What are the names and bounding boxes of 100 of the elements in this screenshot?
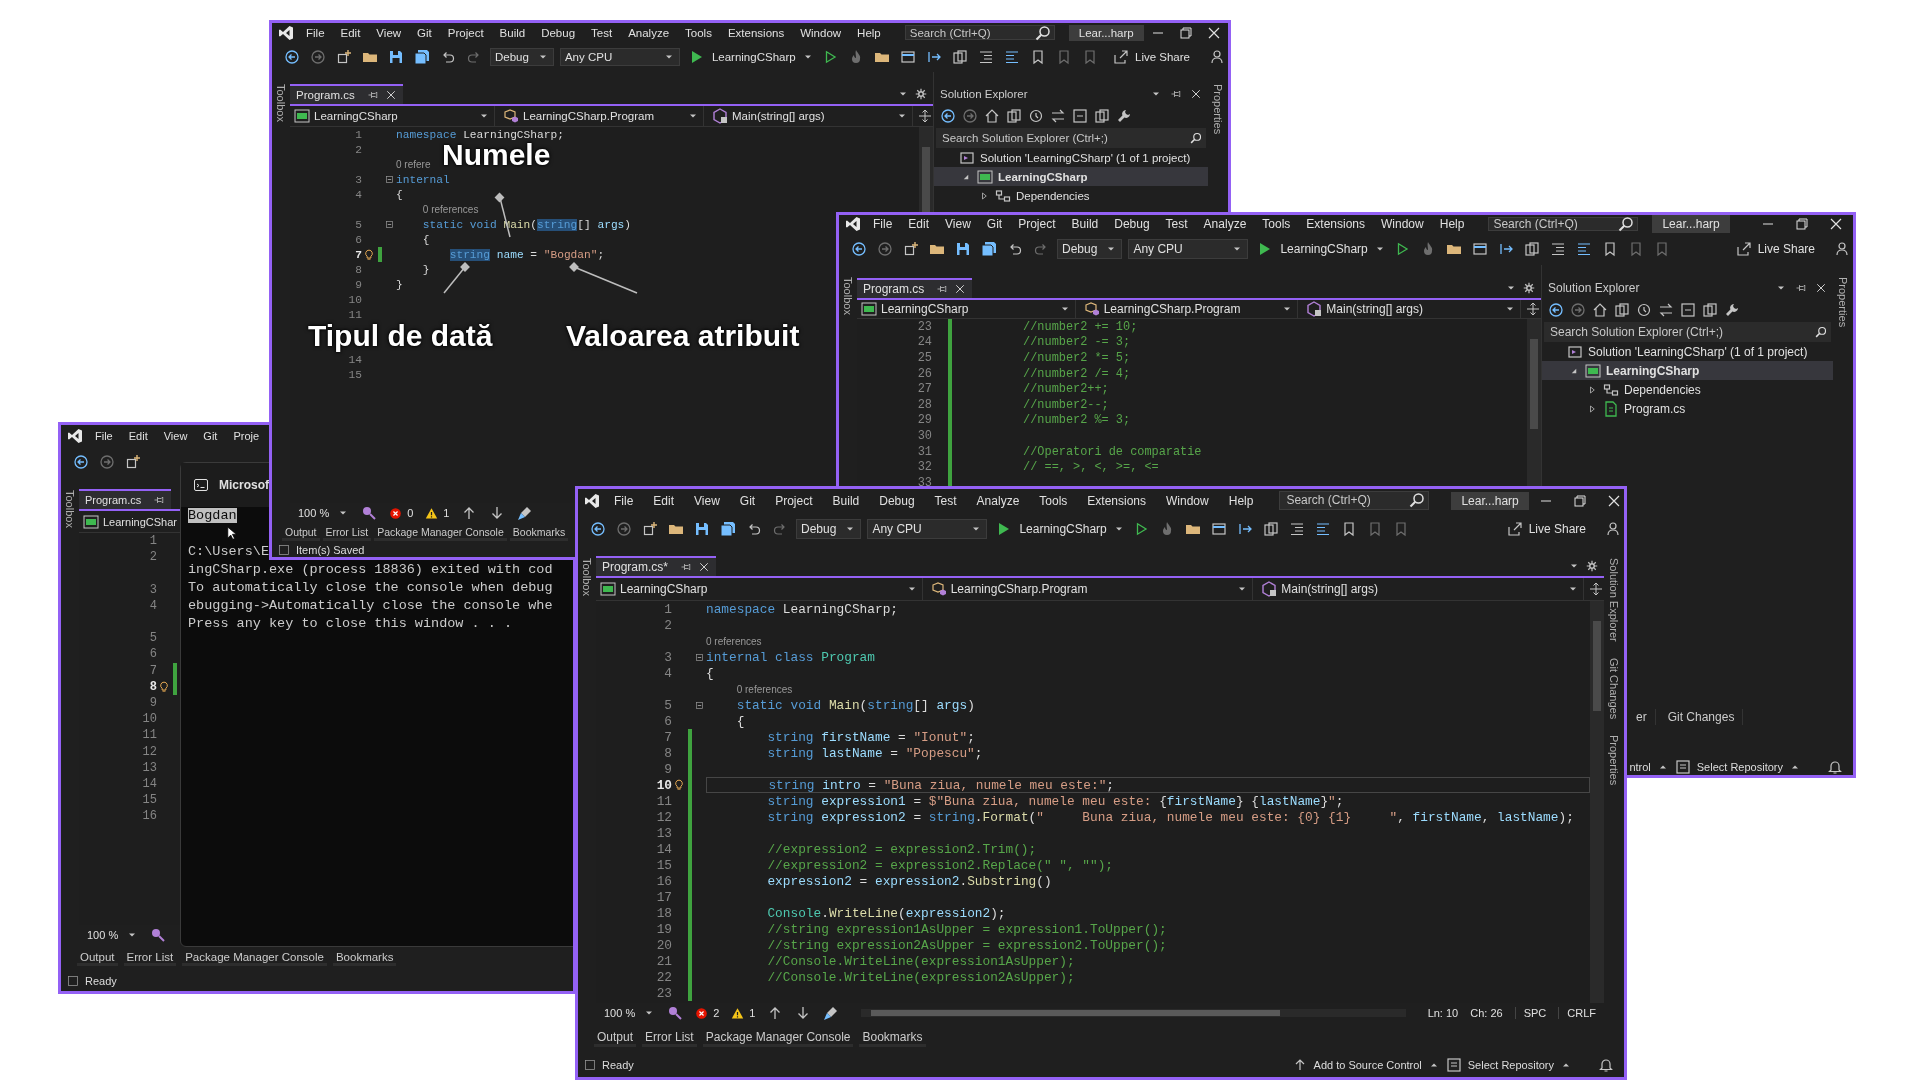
side-tab[interactable]: Toolbox: [275, 84, 287, 122]
document-tab[interactable]: Program.cs: [290, 84, 403, 104]
side-tab[interactable]: Properties: [1212, 84, 1224, 135]
menu-item[interactable]: File: [604, 493, 644, 508]
warning-count[interactable]: 1: [731, 1006, 756, 1020]
codelens-label[interactable]: 0 references: [706, 635, 762, 647]
menu-item[interactable]: File: [87, 429, 121, 442]
tree-item[interactable]: LearningCSharp: [1542, 361, 1833, 380]
menu-item[interactable]: Test: [1157, 217, 1196, 231]
codelens-label[interactable]: 0 refere: [396, 159, 431, 170]
search-field[interactable]: Search (Ctrl+Q): [1488, 216, 1639, 232]
tree-item[interactable]: Solution 'LearningCSharp' (1 of 1 project): [934, 148, 1208, 167]
status-item[interactable]: Select Repository: [1696, 761, 1783, 773]
side-tab[interactable]: Properties: [1837, 277, 1849, 328]
menu-item[interactable]: View: [368, 26, 410, 39]
menu-item[interactable]: Test: [924, 493, 967, 508]
menu-item[interactable]: Git: [195, 429, 226, 442]
menu-item[interactable]: Edit: [332, 26, 369, 39]
search-field[interactable]: Search Solution Explorer (Ctrl+;): [936, 128, 1206, 148]
document-tab[interactable]: Program.cs: [857, 278, 973, 298]
menu-item[interactable]: Git: [978, 217, 1011, 231]
menu-item[interactable]: Project: [1010, 217, 1064, 231]
panel-tab[interactable]: Bookmarks: [509, 525, 569, 541]
codelens-label[interactable]: 0 references: [422, 204, 479, 215]
document-tab[interactable]: Program.cs: [79, 489, 172, 509]
tree-item[interactable]: Dependencies: [1542, 380, 1833, 399]
codelens-label[interactable]: 0 references: [736, 683, 793, 695]
panel-tab[interactable]: er: [1628, 709, 1656, 725]
error-count[interactable]: 2: [695, 1006, 720, 1020]
menu-item[interactable]: Tools: [1254, 217, 1299, 231]
menu-item[interactable]: Edit: [643, 493, 685, 508]
status-item[interactable]: Add to Source Control: [1313, 1059, 1422, 1071]
solution-name[interactable]: Lear...harp: [1068, 24, 1144, 41]
line-ending-indicator[interactable]: CRLF: [1558, 1007, 1596, 1019]
navigation-dropdown[interactable]: LearningCSharp.Program: [1079, 300, 1299, 318]
platform-dropdown[interactable]: Any CPU: [559, 48, 680, 66]
platform-dropdown[interactable]: Any CPU: [1128, 239, 1249, 259]
menu-item[interactable]: Help: [1431, 217, 1473, 231]
side-tab[interactable]: Toolbox: [581, 558, 593, 596]
start-button[interactable]: LearningCSharp: [1280, 242, 1386, 256]
side-tab[interactable]: Toolbox: [842, 277, 854, 315]
navigation-dropdown[interactable]: LearningCSharp: [290, 106, 495, 126]
line-indicator[interactable]: Ln: 10: [1427, 1007, 1459, 1019]
panel-tab[interactable]: Error List: [123, 950, 177, 966]
panel-tab[interactable]: Error List: [642, 1029, 697, 1047]
live-share-button[interactable]: Live Share: [1506, 521, 1586, 537]
menu-item[interactable]: Analyze: [1195, 217, 1255, 231]
menu-item[interactable]: Window: [792, 26, 850, 39]
side-tab[interactable]: Properties: [1608, 734, 1620, 786]
column-indicator[interactable]: Ch: 26: [1470, 1007, 1503, 1019]
panel-tab[interactable]: Package Manager Console: [374, 525, 507, 541]
platform-dropdown[interactable]: Any CPU: [867, 519, 988, 539]
navigation-dropdown[interactable]: LearningCSharp.Program: [926, 578, 1254, 600]
zoom-dropdown[interactable]: 100 %: [604, 1007, 656, 1019]
status-item[interactable]: Select Repository: [1467, 1059, 1554, 1071]
menu-item[interactable]: Edit: [120, 429, 156, 442]
menu-item[interactable]: Test: [583, 26, 621, 39]
navigation-dropdown[interactable]: Main(string[] args): [1302, 300, 1521, 318]
search-field[interactable]: Search Solution Explorer (Ctrl+;): [1544, 322, 1831, 342]
menu-item[interactable]: Edit: [900, 217, 938, 231]
panel-tab[interactable]: Git Changes: [1659, 709, 1744, 725]
menu-item[interactable]: Debug: [869, 493, 925, 508]
configuration-dropdown[interactable]: Debug: [1057, 239, 1123, 259]
configuration-dropdown[interactable]: Debug: [796, 519, 862, 539]
menu-item[interactable]: Analyze: [966, 493, 1030, 508]
menu-item[interactable]: View: [155, 429, 196, 442]
navigation-dropdown[interactable]: Main(string[] args): [708, 106, 913, 126]
menu-item[interactable]: Git: [409, 26, 440, 39]
panel-tab[interactable]: Output: [282, 525, 320, 541]
side-tab[interactable]: Git Changes: [1608, 657, 1620, 719]
menu-item[interactable]: File: [298, 26, 333, 39]
panel-tab[interactable]: Package Manager Console: [702, 1029, 854, 1047]
menu-item[interactable]: View: [684, 493, 730, 508]
zoom-dropdown[interactable]: 100 %: [298, 507, 350, 519]
zoom-dropdown[interactable]: 100 %: [87, 929, 139, 941]
side-tab[interactable]: Solution Explorer: [1608, 558, 1620, 642]
tree-item[interactable]: Solution 'LearningCSharp' (1 of 1 project): [1542, 342, 1833, 361]
tree-item[interactable]: LearningCSharp: [934, 167, 1208, 186]
menu-item[interactable]: Build: [822, 493, 870, 508]
navigation-dropdown[interactable]: LearningCSharp: [857, 300, 1076, 318]
menu-item[interactable]: Extensions: [1298, 217, 1374, 231]
live-share-button[interactable]: Live Share: [1113, 49, 1190, 65]
menu-item[interactable]: Tools: [677, 26, 720, 39]
menu-item[interactable]: Git: [729, 493, 766, 508]
search-field[interactable]: Search (Ctrl+Q): [1279, 491, 1430, 510]
side-tab[interactable]: Toolbox: [64, 490, 76, 528]
panel-tab[interactable]: Output: [77, 950, 118, 966]
menu-item[interactable]: Help: [1218, 493, 1264, 508]
solution-name[interactable]: Lear...harp: [1652, 215, 1730, 233]
menu-item[interactable]: Extensions: [719, 26, 793, 39]
panel-tab[interactable]: Bookmarks: [332, 950, 397, 966]
start-button[interactable]: LearningCSharp: [1019, 522, 1125, 536]
error-count[interactable]: 0: [389, 506, 414, 520]
menu-item[interactable]: Build: [1063, 217, 1107, 231]
menu-item[interactable]: Build: [491, 26, 534, 39]
tree-item[interactable]: Program.cs: [1542, 399, 1833, 418]
solution-name[interactable]: Lear...harp: [1451, 491, 1529, 510]
navigation-dropdown[interactable]: LearningCSharp.Program: [499, 106, 704, 126]
menu-item[interactable]: Help: [849, 26, 889, 39]
status-item[interactable]: ntrol: [1629, 761, 1651, 773]
